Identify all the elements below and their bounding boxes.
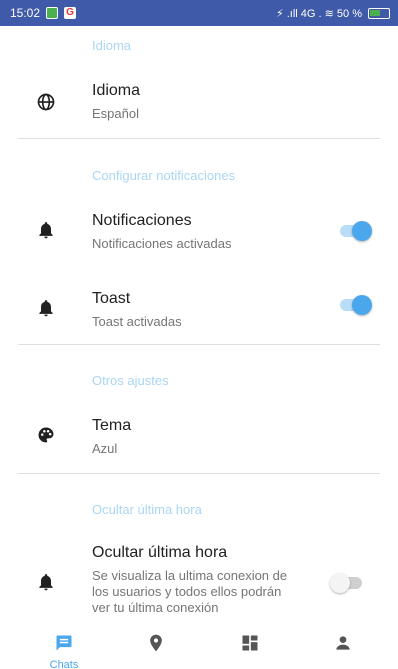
google-notification-icon: G (64, 7, 77, 19)
nav-item-profile[interactable] (313, 629, 373, 669)
setting-tema[interactable]: Tema Azul (0, 401, 398, 473)
section-header-notificaciones: Configurar notificaciones (92, 168, 236, 183)
signal-status-text: ⚡ .ıll 4G . ≋ 50 % (275, 7, 362, 20)
ocultar-toggle[interactable] (330, 572, 366, 594)
bell-icon (39, 574, 53, 591)
setting-tema-subtitle: Azul (92, 441, 118, 456)
section-header-idioma: Idioma (92, 38, 132, 53)
bell-icon (39, 222, 53, 239)
setting-notificaciones-subtitle: Notificaciones activadas (92, 236, 232, 251)
nav-item-location[interactable] (126, 629, 186, 669)
setting-notificaciones-title: Notificaciones (92, 212, 192, 229)
toast-toggle[interactable] (338, 294, 374, 316)
toggle-thumb (352, 295, 372, 315)
notificaciones-toggle[interactable] (338, 220, 374, 242)
setting-ocultar-subtitle-line-3: ver tu última conexión (92, 600, 219, 615)
status-bar-left: 15:02 G (10, 6, 77, 20)
dashboard-icon (242, 635, 258, 651)
section-header-otros: Otros ajustes (92, 373, 169, 388)
divider (18, 344, 380, 345)
setting-ocultar-title: Ocultar última hora (92, 544, 228, 561)
palette-icon (38, 427, 54, 443)
location-icon (150, 634, 162, 652)
setting-ocultar-subtitle-line-1: Se visualiza la ultima conexion de (92, 568, 288, 583)
setting-toast-subtitle: Toast activadas (92, 314, 182, 329)
battery-icon (368, 7, 390, 19)
divider (18, 138, 380, 139)
nav-label-chats: Chats (49, 659, 79, 669)
person-icon (336, 636, 350, 650)
status-bar: 15:02 G ⚡ .ıll 4G . ≋ 50 % (0, 0, 398, 26)
chat-icon (56, 635, 72, 651)
status-time: 15:02 (10, 6, 41, 20)
app-notification-icon (46, 7, 59, 19)
divider (18, 473, 380, 474)
setting-idioma-subtitle: Español (92, 106, 139, 121)
setting-tema-title: Tema (92, 417, 132, 434)
section-header-ocultar: Ocultar última hora (92, 502, 202, 517)
setting-idioma[interactable]: Idioma Español (0, 66, 398, 138)
setting-notificaciones[interactable]: Notificaciones Notificaciones activadas (0, 196, 398, 268)
bottom-navigation: Chats (0, 629, 398, 669)
nav-item-dashboard[interactable] (220, 629, 280, 669)
setting-ocultar-subtitle-line-2: los usuarios y todos ellos podrán (92, 584, 282, 599)
status-bar-right: ⚡ .ıll 4G . ≋ 50 % (276, 7, 390, 20)
globe-icon (37, 93, 55, 111)
setting-ocultar-ultima-hora[interactable]: Ocultar última hora Se visualiza la ulti… (0, 534, 398, 629)
toggle-thumb (352, 221, 372, 241)
nav-item-chats[interactable]: Chats (34, 629, 94, 669)
bell-icon (39, 300, 53, 317)
settings-list[interactable]: Idioma Idioma Español Configurar notific… (0, 26, 398, 629)
setting-toast[interactable]: Toast Toast activadas (0, 274, 398, 346)
toggle-thumb (330, 573, 350, 593)
setting-idioma-title: Idioma (92, 82, 141, 99)
setting-toast-title: Toast (92, 290, 131, 307)
